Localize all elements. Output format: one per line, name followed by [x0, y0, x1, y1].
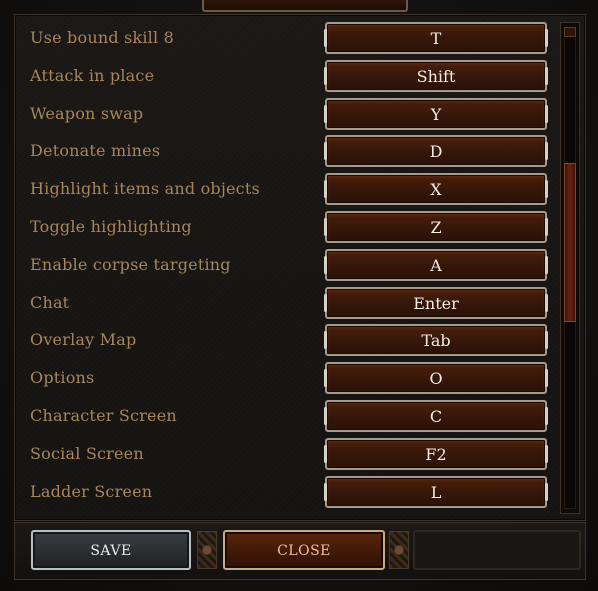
keybinding-key-value: X	[430, 180, 442, 199]
keybinding-key-button[interactable]: A	[324, 249, 548, 281]
footer-bar: SAVE CLOSE	[14, 522, 586, 580]
keybinding-row: Attack in place Shift	[15, 58, 575, 96]
keybinding-key-value: A	[430, 256, 442, 275]
keybinding-action-label: Weapon swap	[30, 104, 144, 123]
keybinding-key-value: C	[429, 407, 443, 426]
keybinding-row: Overlay Map Tab	[15, 322, 575, 360]
keybinding-row: Toggle highlighting Z	[15, 209, 575, 247]
keybinding-row: Social Screen F2	[15, 436, 575, 474]
keybinding-action-label: Attack in place	[30, 66, 155, 85]
keybinding-key-button[interactable]: F2	[324, 438, 548, 470]
keybinding-action-label: Enable corpse targeting	[30, 255, 231, 274]
keybinding-key-value: T	[430, 29, 442, 48]
keybinding-key-value: Shift	[416, 67, 456, 86]
keybinding-key-button[interactable]: Y	[324, 98, 548, 130]
keybinding-key-value: O	[429, 369, 443, 388]
keybinding-key-value: Enter	[413, 294, 459, 313]
keybinding-row: Detonate mines D	[15, 133, 575, 171]
keybinding-row: Highlight items and objects X	[15, 171, 575, 209]
keybinding-action-label: Character Screen	[30, 406, 177, 425]
keybinding-key-button[interactable]: X	[324, 173, 548, 205]
keybinding-action-label: Highlight items and objects	[30, 179, 260, 198]
save-button[interactable]: SAVE	[31, 530, 191, 570]
keybinding-key-button[interactable]: Enter	[324, 287, 548, 319]
keybinding-action-label: Toggle highlighting	[30, 217, 192, 236]
ornament-divider-icon	[389, 531, 409, 569]
keybinding-list-panel: Use bound skill 8 T Attack in place Shift We…	[14, 14, 586, 521]
keybinding-key-button[interactable]: L	[324, 476, 548, 508]
keybinding-action-label: Ladder Screen	[30, 482, 153, 501]
keybinding-key-value: D	[429, 142, 443, 161]
keybinding-key-value: Tab	[421, 331, 451, 350]
save-button-label: SAVE	[90, 543, 132, 559]
scrollbar-thumb[interactable]	[564, 163, 576, 322]
keybinding-key-button[interactable]: Shift	[324, 60, 548, 92]
keybinding-key-value: Y	[430, 105, 442, 124]
keybinding-row: Ladder Screen L	[15, 474, 575, 512]
keybinding-action-label: Options	[30, 368, 95, 387]
keybinding-window: Use bound skill 8 T Attack in place Shift We…	[0, 0, 598, 591]
keybinding-row: Weapon swap Y	[15, 96, 575, 134]
keybinding-key-button[interactable]: T	[324, 22, 548, 54]
keybinding-key-value: F2	[425, 445, 447, 464]
keybinding-action-label: Social Screen	[30, 444, 144, 463]
keybinding-row: Chat Enter	[15, 285, 575, 323]
close-button[interactable]: CLOSE	[223, 530, 385, 570]
scrollbar[interactable]	[560, 22, 580, 514]
keybinding-key-value: L	[430, 483, 442, 502]
scroll-up-cap[interactable]	[564, 27, 576, 37]
keybinding-action-label: Overlay Map	[30, 330, 137, 349]
keybinding-row: Use bound skill 8 T	[15, 20, 575, 58]
keybinding-key-button[interactable]: O	[324, 362, 548, 394]
keybinding-key-value: Z	[430, 218, 442, 237]
keybinding-action-label: Detonate mines	[30, 141, 161, 160]
keybinding-row: Character Screen C	[15, 398, 575, 436]
keybinding-key-button[interactable]: Z	[324, 211, 548, 243]
keybinding-key-button[interactable]: C	[324, 400, 548, 432]
keybinding-key-button[interactable]: Tab	[324, 324, 548, 356]
keybinding-row: Options O	[15, 360, 575, 398]
ornament-divider-icon	[197, 531, 217, 569]
top-tab	[202, 0, 408, 12]
empty-button-slot	[413, 530, 581, 570]
keybinding-row: Enable corpse targeting A	[15, 247, 575, 285]
keybinding-action-label: Use bound skill 8	[30, 28, 174, 47]
close-button-label: CLOSE	[277, 543, 331, 559]
keybinding-action-label: Chat	[30, 293, 70, 312]
keybinding-key-button[interactable]: D	[324, 135, 548, 167]
